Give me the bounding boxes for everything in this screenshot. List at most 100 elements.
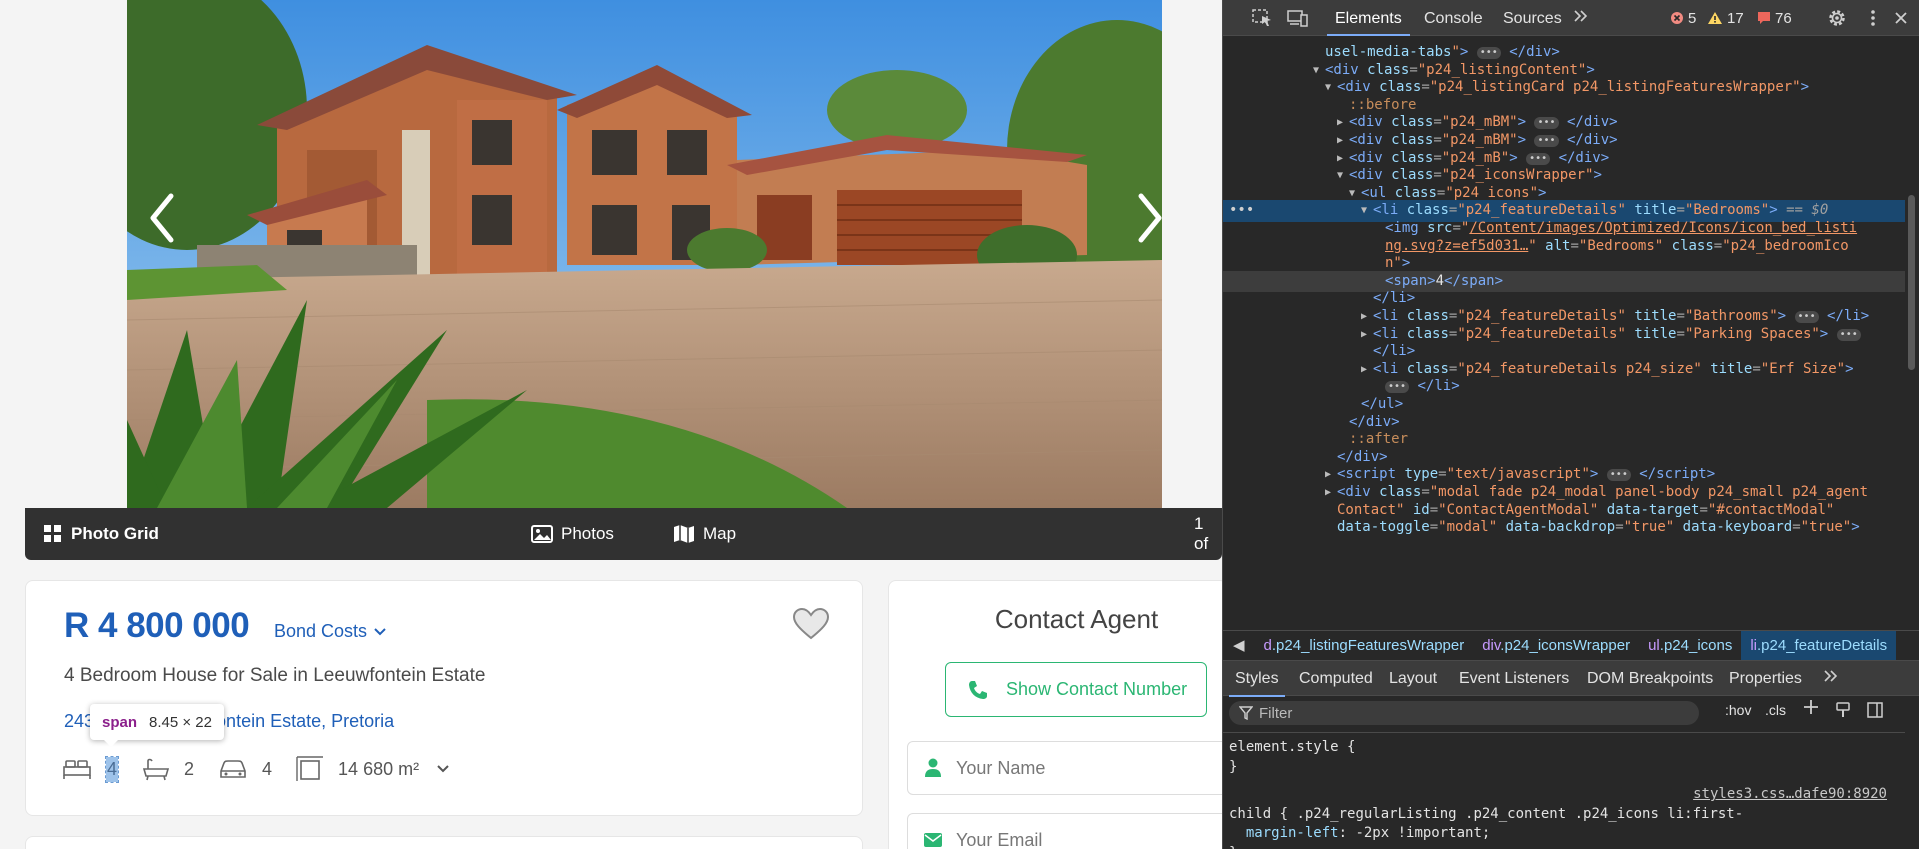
- breadcrumb-item[interactable]: ul.p24_icons: [1639, 631, 1741, 661]
- bond-costs-toggle[interactable]: Bond Costs: [274, 621, 387, 642]
- contact-agent-card: Contact Agent Show Contact Number: [888, 580, 1222, 849]
- tab-dom-breakpoints[interactable]: DOM Breakpoints: [1587, 661, 1713, 697]
- address-end: fontein Estate, Pretoria: [211, 711, 395, 731]
- name-field[interactable]: [907, 741, 1222, 795]
- element-style-close: }: [1229, 758, 1238, 775]
- issues-count: 76: [1775, 9, 1792, 27]
- gear-icon: [1829, 10, 1845, 26]
- breadcrumb-item[interactable]: d.p24_listingFeaturesWrapper: [1255, 631, 1474, 661]
- photos-label: Photos: [561, 524, 614, 543]
- device-icon: [1287, 10, 1308, 27]
- phone-icon: [969, 680, 987, 699]
- dom-tree-scrollbar-thumb[interactable]: [1908, 195, 1915, 370]
- dom-tree-scrollbar[interactable]: [1907, 40, 1917, 630]
- house-photo-image: [127, 0, 1162, 508]
- tab-event-listeners[interactable]: Event Listeners: [1459, 661, 1569, 697]
- issues-icon: [1758, 12, 1770, 24]
- show-contact-number-label: Show Contact Number: [1006, 679, 1188, 699]
- error-icon: [1671, 12, 1683, 24]
- tab-computed[interactable]: Computed: [1299, 661, 1373, 697]
- styles-filter[interactable]: [1229, 701, 1699, 725]
- envelope-icon: [924, 833, 942, 847]
- dom-node-line[interactable]: data-toggle="modal" data-backdrop="true"…: [1223, 517, 1905, 539]
- parking-feature: 4: [218, 757, 272, 781]
- breadcrumb-tag: d: [1263, 636, 1272, 654]
- bathrooms-feature: 2: [142, 757, 194, 781]
- breadcrumb-class: .p24_featureDetails: [1757, 636, 1888, 654]
- styles-filter-input[interactable]: [1259, 704, 1679, 722]
- next-photo-button[interactable]: [1129, 190, 1169, 246]
- toggle-sidebar-button[interactable]: [1867, 702, 1883, 721]
- tab-elements[interactable]: Elements: [1327, 0, 1410, 36]
- dom-tree[interactable]: usel-media-tabs"> ••• </div> ▼ <div class=…: [1223, 36, 1905, 630]
- feature-icons: 4 2 4 14 680 m²: [62, 751, 473, 787]
- breadcrumb-tag: div: [1482, 636, 1501, 654]
- email-field[interactable]: [907, 813, 1222, 849]
- more-subtabs-button[interactable]: [1823, 661, 1839, 697]
- heart-icon: [792, 607, 830, 640]
- email-input[interactable]: [956, 829, 1196, 849]
- tooltip-tag-name: span: [102, 713, 138, 731]
- chevron-down-icon: [437, 765, 449, 773]
- issues-badge[interactable]: 76: [1757, 0, 1792, 36]
- element-state-button[interactable]: [1835, 702, 1851, 721]
- listing-photo[interactable]: [127, 0, 1162, 508]
- hover-state-toggle[interactable]: :hov: [1725, 702, 1751, 718]
- tab-properties[interactable]: Properties: [1729, 661, 1802, 697]
- warnings-badge[interactable]: 17: [1707, 0, 1744, 36]
- screen: Photo Grid Photos Map 1 of R 4 800 000 B…: [0, 0, 1919, 849]
- warnings-count: 17: [1727, 9, 1744, 27]
- favourite-button[interactable]: [792, 607, 830, 641]
- new-style-rule-button[interactable]: [1803, 698, 1819, 721]
- listing-summary-card: R 4 800 000 Bond Costs 4 Bedroom House f…: [25, 580, 863, 816]
- settings-button[interactable]: [1827, 8, 1849, 28]
- image-icon: [531, 525, 553, 543]
- bed-icon: [63, 760, 91, 779]
- tab-sources[interactable]: Sources: [1503, 0, 1562, 36]
- sidebar-icon: [1867, 702, 1883, 718]
- gallery-toolbar: Photo Grid Photos Map 1 of: [25, 508, 1222, 560]
- tab-styles[interactable]: Styles: [1229, 661, 1285, 697]
- bedrooms-count: 4: [104, 755, 120, 783]
- chevron-right-icon: [1138, 193, 1162, 243]
- erf-size-feature[interactable]: 14 680 m²: [296, 756, 449, 782]
- close-devtools-button[interactable]: [1891, 8, 1913, 28]
- filter-icon: [1239, 706, 1253, 720]
- close-icon: [1895, 12, 1907, 24]
- styles-pane: element.style { } .p24_regularListing .p…: [1223, 732, 1905, 849]
- kebab-menu-icon: [1871, 10, 1875, 26]
- name-input[interactable]: [956, 757, 1196, 779]
- plus-icon: [1804, 700, 1818, 714]
- tab-console[interactable]: Console: [1424, 0, 1483, 36]
- previous-photo-button[interactable]: [143, 190, 183, 246]
- class-toggle[interactable]: .cls: [1765, 702, 1786, 718]
- breadcrumb-scroll-left[interactable]: ◀: [1223, 631, 1255, 661]
- element-breadcrumbs: ◀ d.p24_listingFeaturesWrapper div.p24_ic…: [1223, 630, 1919, 661]
- show-contact-number-button[interactable]: Show Contact Number: [945, 662, 1207, 717]
- tab-layout[interactable]: Layout: [1389, 661, 1437, 697]
- device-toolbar-button[interactable]: [1287, 8, 1309, 28]
- devtools-panel: Elements Console Sources 5 17 76 usel-me…: [1222, 0, 1919, 849]
- map-button[interactable]: Map: [673, 508, 736, 560]
- errors-badge[interactable]: 5: [1670, 0, 1696, 36]
- css-property-value[interactable]: -2px !important;: [1355, 825, 1490, 841]
- map-label: Map: [703, 524, 737, 543]
- user-icon: [925, 758, 941, 777]
- photos-button[interactable]: Photos: [531, 508, 614, 560]
- photo-grid-button[interactable]: Photo Grid: [43, 508, 159, 560]
- dom-node-markup: data-toggle="modal" data-backdrop="true"…: [1337, 519, 1860, 536]
- erf-size-value: 14 680 m²: [338, 758, 420, 779]
- element-style-selector: element.style {: [1229, 739, 1356, 755]
- select-element-icon: [1252, 9, 1271, 26]
- inspect-element-button[interactable]: [1251, 8, 1273, 28]
- stylesheet-source-link[interactable]: styles3.css…dafe90:8920: [1693, 784, 1887, 804]
- breadcrumb-item[interactable]: li.p24_featureDetails: [1741, 630, 1897, 661]
- more-tabs-button[interactable]: [1573, 0, 1589, 36]
- more-options-button[interactable]: [1863, 8, 1885, 28]
- breadcrumb-item[interactable]: div.p24_iconsWrapper: [1473, 631, 1639, 661]
- photo-counter-text: 1 of: [1194, 514, 1209, 553]
- bathrooms-count: 2: [184, 758, 195, 779]
- warning-icon: [1708, 12, 1722, 24]
- listing-title: 4 Bedroom House for Sale in Leeuwfontein…: [64, 665, 486, 686]
- car-icon: [220, 760, 246, 778]
